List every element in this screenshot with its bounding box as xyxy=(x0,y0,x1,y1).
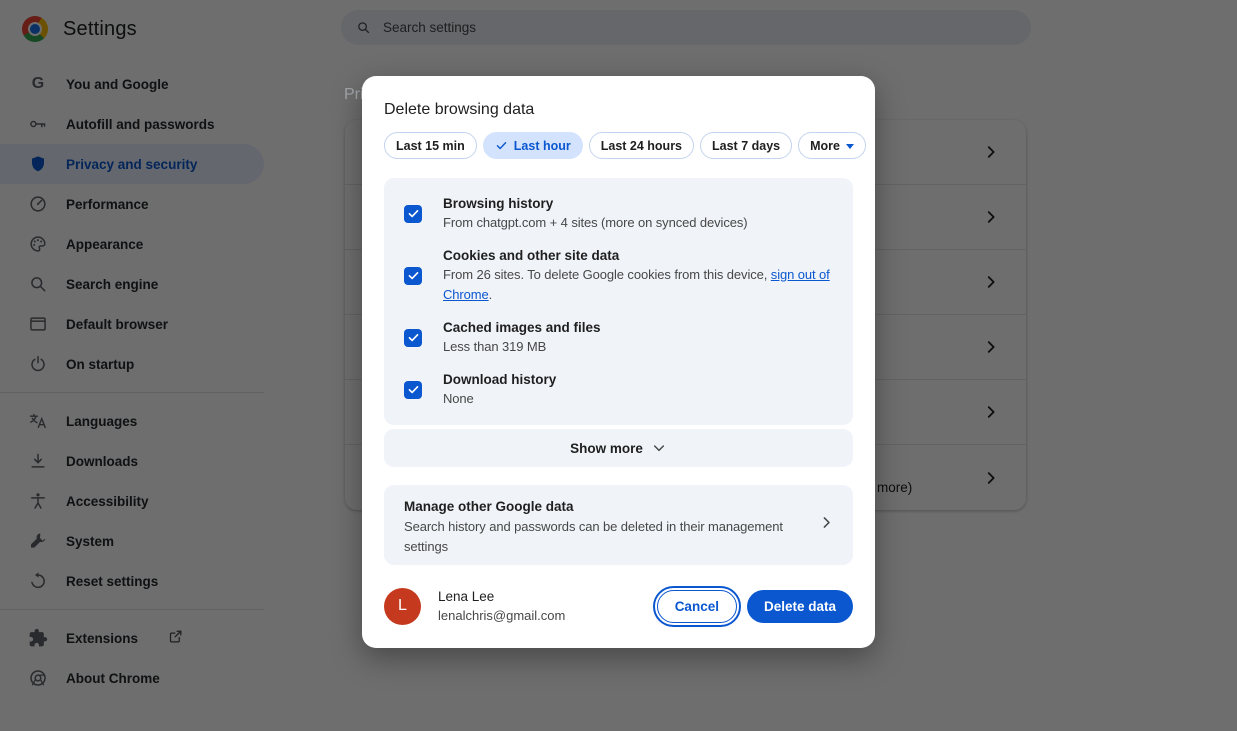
check-icon xyxy=(496,142,507,150)
check-icon xyxy=(408,209,418,218)
caret-down-icon xyxy=(845,143,854,149)
delete-browsing-data-dialog: Delete browsing data Last 15 min Last ho… xyxy=(362,76,875,648)
dialog-buttons: Cancel Delete data xyxy=(652,585,853,627)
data-types-list: Browsing history From chatgpt.com + 4 si… xyxy=(384,178,853,425)
check-icon xyxy=(408,271,418,280)
chip-last-hour[interactable]: Last hour xyxy=(482,132,583,159)
checkbox-row-cached-images: Cached images and files Less than 319 MB xyxy=(404,318,833,357)
chevron-down-icon xyxy=(653,445,664,452)
check-icon xyxy=(408,333,418,342)
delete-data-button[interactable]: Delete data xyxy=(746,589,853,623)
time-range-chips: Last 15 min Last hour Last 24 hours Last… xyxy=(384,132,866,159)
check-icon xyxy=(408,385,418,394)
cancel-button[interactable]: Cancel xyxy=(652,585,741,627)
chip-last-24-hours[interactable]: Last 24 hours xyxy=(588,132,695,159)
avatar: L xyxy=(384,587,421,625)
manage-other-google-data[interactable]: Manage other Google data Search history … xyxy=(384,485,853,565)
page-heading-fragment: Pri xyxy=(344,86,364,103)
download-history-checkbox[interactable] xyxy=(404,380,422,399)
chip-last-7-days[interactable]: Last 7 days xyxy=(700,132,793,159)
browsing-history-checkbox[interactable] xyxy=(404,204,422,223)
dialog-footer: L Lena Lee lenalchris@gmail.com Cancel D… xyxy=(384,585,853,627)
account-name: Lena Lee xyxy=(438,589,495,604)
chip-more[interactable]: More xyxy=(798,132,866,159)
cached-images-checkbox[interactable] xyxy=(404,328,422,347)
show-more-button[interactable]: Show more xyxy=(384,429,853,467)
cookies-checkbox[interactable] xyxy=(404,266,422,285)
checkbox-row-browsing-history: Browsing history From chatgpt.com + 4 si… xyxy=(404,194,833,233)
checkbox-row-download-history: Download history None xyxy=(404,370,833,409)
dialog-title: Delete browsing data xyxy=(384,101,535,118)
chevron-right-icon xyxy=(818,514,835,536)
chip-last-15-min[interactable]: Last 15 min xyxy=(384,132,477,159)
checkbox-row-cookies: Cookies and other site data From 26 site… xyxy=(404,246,833,305)
account-info: Lena Lee lenalchris@gmail.com xyxy=(438,587,565,625)
account-email: lenalchris@gmail.com xyxy=(438,608,566,623)
